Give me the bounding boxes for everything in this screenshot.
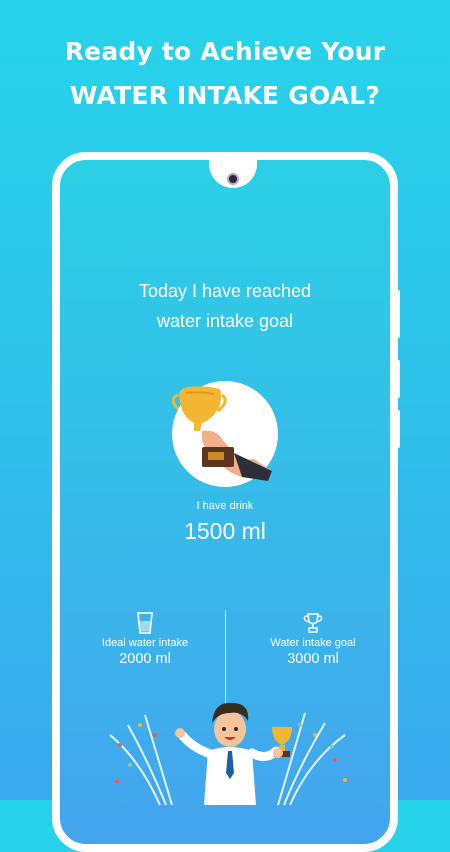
goal-reached-message: Today I have reached water intake goal bbox=[60, 276, 390, 336]
trophy-icon bbox=[303, 613, 323, 633]
headline-line-1: Ready to Achieve Your bbox=[64, 37, 386, 66]
reached-line-1: Today I have reached bbox=[138, 281, 312, 301]
goal-label: Water intake goal bbox=[270, 637, 356, 649]
reached-line-2: water intake goal bbox=[156, 311, 294, 331]
headline-line-2: WATER INTAKE GOAL? bbox=[69, 81, 381, 110]
trophy-in-hand-icon bbox=[171, 381, 278, 487]
ideal-intake-label: Ideal water intake bbox=[101, 637, 189, 649]
promo-headline: Ready to Achieve Your WATER INTAKE GOAL? bbox=[0, 30, 450, 118]
drink-label: I have drink bbox=[196, 500, 254, 512]
goal-stat: Water intake goal 3000 ml bbox=[248, 612, 378, 667]
ideal-intake-stat: Ideal water intake 2000 ml bbox=[80, 612, 210, 667]
phone-frame: Today I have reached water intake goal I… bbox=[52, 152, 398, 852]
front-camera bbox=[227, 173, 239, 185]
drink-value: 1500 ml bbox=[184, 518, 266, 544]
water-glass-icon bbox=[137, 612, 153, 634]
celebration-illustration bbox=[109, 702, 347, 806]
